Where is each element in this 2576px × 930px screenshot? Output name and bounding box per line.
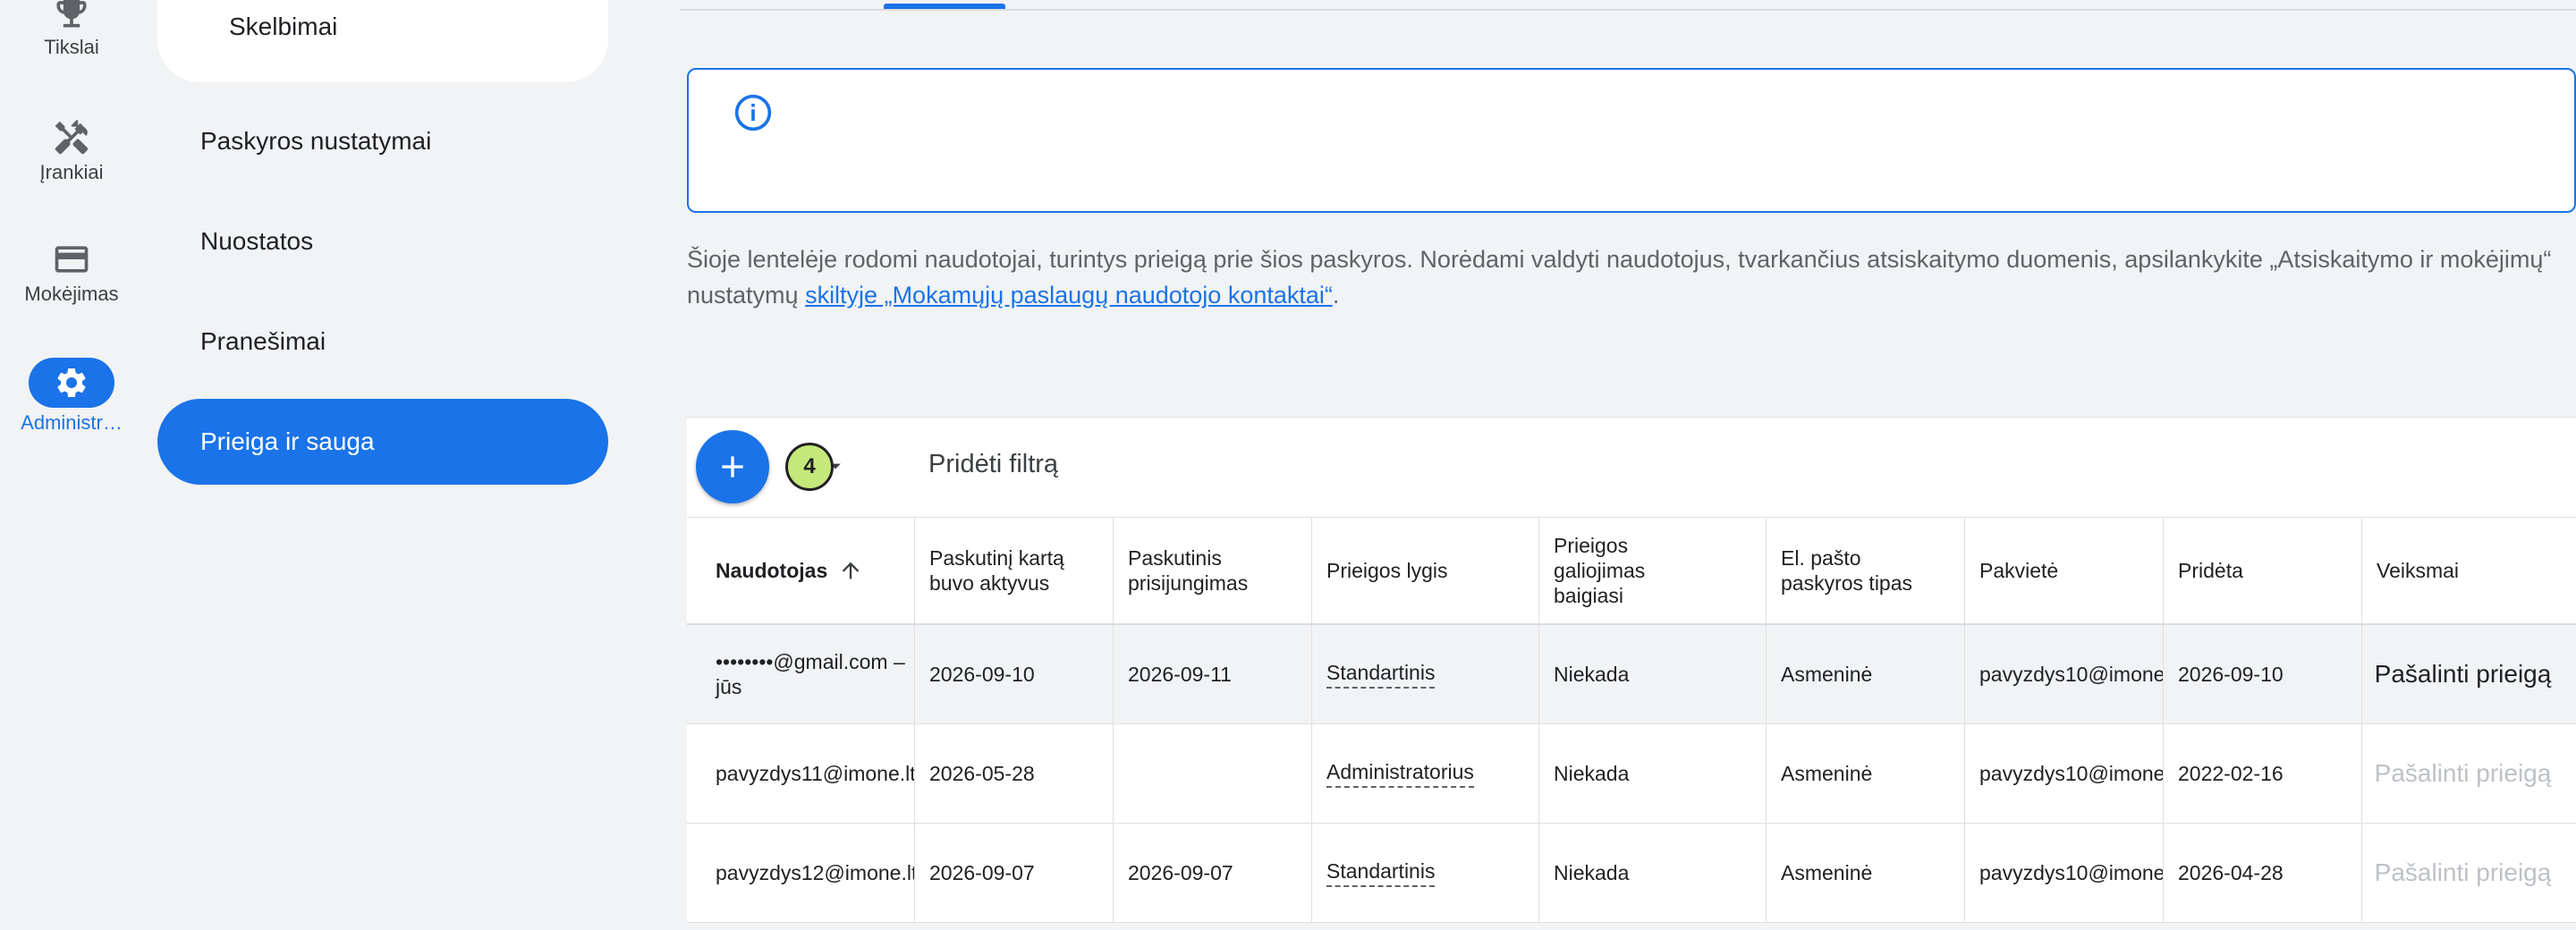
column-header-access-level[interactable]: Prieigos lygis (1311, 518, 1538, 623)
last-login-cell (1113, 724, 1311, 823)
column-header-last-login[interactable]: Paskutinis prisijungimas (1113, 518, 1311, 623)
access-level-cell: Standartinis (1311, 824, 1538, 922)
last-login-cell: 2026-09-11 (1113, 625, 1311, 723)
expires-cell: Niekada (1538, 824, 1766, 922)
sort-ascending-icon[interactable] (838, 558, 863, 583)
remove-access-button[interactable]: Pašalinti prieigą (2361, 625, 2563, 723)
header-label: El. pašto paskyros tipas (1781, 546, 1913, 595)
submenu-item-notifications[interactable]: Pranešimai (157, 299, 608, 385)
user-cell: pavyzdys11@imone.lt (716, 761, 914, 785)
access-level-link[interactable]: Standartinis (1326, 859, 1436, 887)
header-label: Pakvietė (1979, 559, 2059, 582)
column-header-added[interactable]: Pridėta (2163, 518, 2361, 623)
email-type-cell: Asmeninė (1766, 824, 1964, 922)
table-row: ••••••••@gmail.com – jūs 2026-09-10 2026… (687, 625, 2576, 724)
rail-item-billing[interactable]: Mokėjimas (0, 240, 143, 306)
email-type-cell: Asmeninė (1766, 724, 1964, 823)
add-filter-button[interactable]: Pridėti filtrą (928, 450, 1058, 479)
column-header-last-active[interactable]: Paskutinį kartą buvo aktyvus (914, 518, 1113, 623)
submenu-item-access-security[interactable]: Prieiga ir sauga (157, 399, 608, 485)
header-label: Veiksmai (2377, 559, 2460, 582)
invited-by-cell: pavyzdys10@imone.lt (1964, 724, 2163, 823)
header-label: Naudotojas (716, 559, 828, 582)
remove-access-button: Pašalinti prieigą (2361, 724, 2563, 823)
submenu-label: Prieiga ir sauga (200, 427, 375, 455)
add-user-button[interactable] (696, 430, 769, 503)
last-active-cell: 2026-09-10 (914, 625, 1113, 723)
column-header-actions: Veiksmai (2361, 518, 2576, 623)
column-header-user[interactable]: Naudotojas (687, 518, 914, 623)
rail-item-tools[interactable]: Įrankiai (0, 118, 143, 184)
column-header-invited-by[interactable]: Pakvietė (1964, 518, 2163, 623)
submenu-label: Nuostatos (200, 227, 314, 255)
header-label: Pridėta (2178, 559, 2243, 582)
table-row: pavyzdys11@imone.lt 2026-05-28 Administr… (687, 724, 2576, 824)
rail-label: Tikslai (44, 36, 99, 58)
table-row: pavyzdys12@imone.lt 2026-09-07 2026-09-0… (687, 824, 2576, 923)
remove-access-button: Pašalinti prieigą (2361, 824, 2563, 922)
added-cell: 2026-04-28 (2163, 824, 2361, 922)
plus-icon (722, 456, 743, 478)
invited-by-cell: pavyzdys10@imone.lt (1964, 824, 2163, 922)
column-header-expires[interactable]: Prieigos galiojimas baigiasi (1538, 518, 1766, 623)
rail-item-admin[interactable]: Administr… (0, 358, 143, 435)
navigation-rail: Tikslai Įrankiai Mokėjimas Administr… (0, 0, 143, 930)
expires-cell: Niekada (1538, 625, 1766, 723)
credit-card-icon (55, 246, 89, 273)
tools-icon (55, 119, 89, 155)
header-label: Prieigos lygis (1326, 559, 1448, 582)
submenu-item-account-settings[interactable]: Paskyros nustatymai (157, 98, 608, 184)
submenu-label: Skelbimai (229, 13, 338, 40)
user-cell: pavyzdys12@imone.lt (716, 860, 914, 884)
invited-by-cell: pavyzdys10@imone.lt (1964, 625, 2163, 723)
rail-item-goals[interactable]: Tikslai (0, 0, 143, 59)
submenu-item-ads[interactable]: Skelbimai (157, 0, 608, 82)
last-active-cell: 2026-05-28 (914, 724, 1113, 823)
admin-submenu: Skelbimai Paskyros nustatymai Nuostatos … (157, 0, 608, 930)
header-label: Prieigos galiojimas baigiasi (1554, 534, 1646, 607)
count-badge: 4 (785, 443, 834, 491)
users-table: Naudotojas Paskutinį kartą buvo aktyvus … (687, 517, 2576, 923)
added-cell: 2026-09-10 (2163, 625, 2361, 723)
info-banner (687, 68, 2576, 213)
access-level-link[interactable]: Administratorius (1326, 760, 1474, 788)
table-header: Naudotojas Paskutinį kartą buvo aktyvus … (687, 517, 2576, 625)
column-header-email-type[interactable]: El. pašto paskyros tipas (1766, 518, 1964, 623)
rail-label: Mokėjimas (24, 283, 119, 305)
description-text: Šioje lentelėje rodomi naudotojai, turin… (687, 241, 2565, 313)
email-type-cell: Asmeninė (1766, 625, 1964, 723)
submenu-label: Pranešimai (200, 327, 326, 355)
access-level-cell: Standartinis (1311, 625, 1538, 723)
access-level-link[interactable]: Standartinis (1326, 661, 1436, 689)
last-active-cell: 2026-09-07 (914, 824, 1113, 922)
rail-label: Įrankiai (39, 161, 104, 183)
billing-contacts-link[interactable]: skiltyje „Mokamųjų paslaugų naudotojo ko… (805, 282, 1333, 309)
expires-cell: Niekada (1538, 724, 1766, 823)
header-label: Paskutinis prisijungimas (1128, 546, 1249, 595)
submenu-label: Paskyros nustatymai (200, 127, 432, 155)
submenu-item-preferences[interactable]: Nuostatos (157, 199, 608, 284)
description-suffix: . (1332, 282, 1340, 309)
user-cell: ••••••••@gmail.com – jūs (716, 650, 905, 698)
active-indicator (29, 358, 114, 408)
access-level-cell: Administratorius (1311, 724, 1538, 823)
rail-label: Administr… (21, 411, 123, 434)
added-cell: 2022-02-16 (2163, 724, 2361, 823)
last-login-cell: 2026-09-07 (1113, 824, 1311, 922)
info-icon (734, 94, 772, 131)
active-tab-indicator (884, 4, 1005, 9)
gear-icon (57, 368, 86, 397)
table-toolbar: 4 Pridėti filtrą (687, 417, 2576, 518)
tabs-divider (680, 9, 2576, 11)
trophy-icon (56, 0, 87, 28)
header-label: Paskutinį kartą buvo aktyvus (929, 546, 1064, 595)
